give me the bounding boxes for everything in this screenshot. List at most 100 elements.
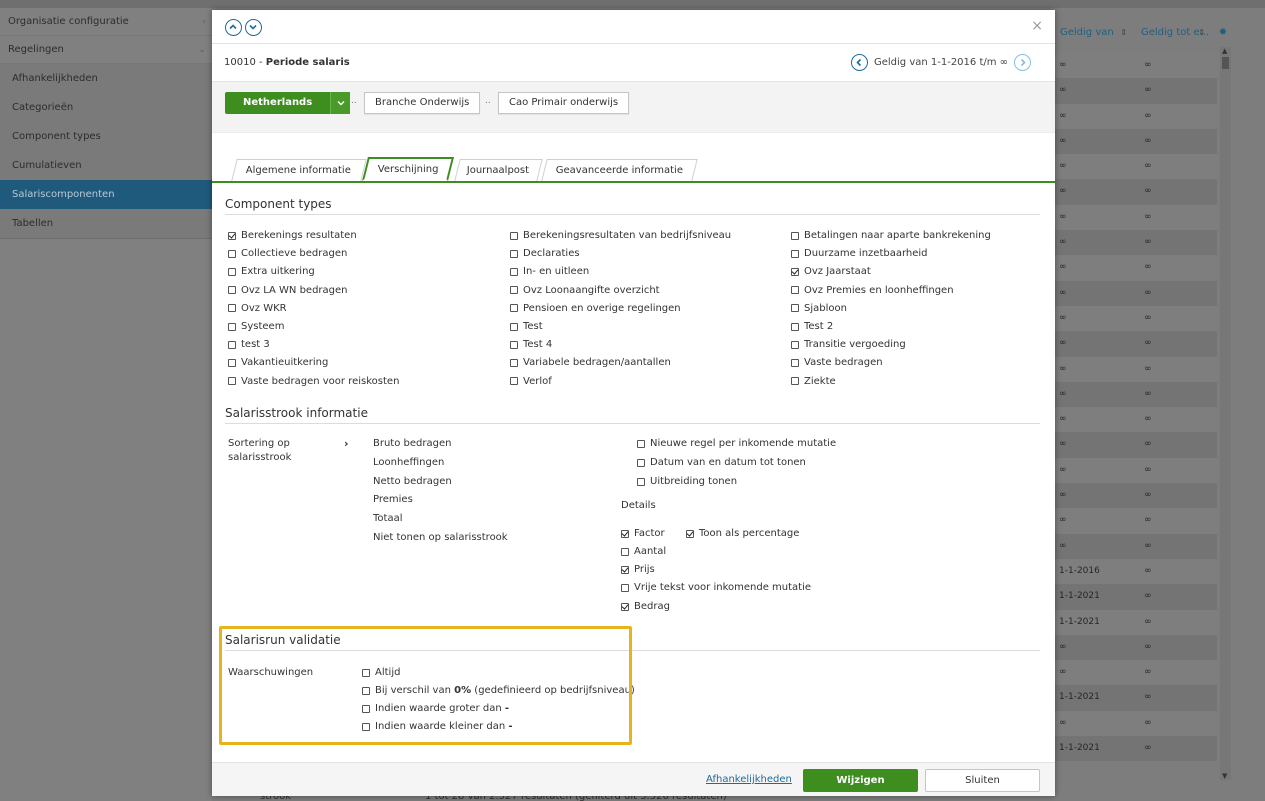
vrije-tekst-checkbox[interactable]: Vrije tekst voor inkomende mutatie (621, 582, 811, 593)
table-row[interactable]: ∞ ∞ (1055, 331, 1217, 357)
component-type-checkbox[interactable]: Duurzame inzetbaarheid (791, 248, 928, 259)
component-type-checkbox[interactable]: In- en uitleen (510, 266, 589, 277)
component-type-checkbox[interactable]: Systeem (228, 321, 284, 332)
component-type-checkbox[interactable]: Transitie vergoeding (791, 339, 906, 350)
scroll-thumb[interactable] (1222, 57, 1229, 69)
scroll-up-icon[interactable]: ▲ (1222, 47, 1227, 55)
component-type-checkbox[interactable]: test 3 (228, 339, 270, 350)
bij-verschil-checkbox[interactable]: Bij verschil van 0% (gedefinieerd op bed… (362, 685, 635, 696)
tab-geavanceerde-informatie[interactable]: Geavanceerde informatie (541, 159, 698, 181)
table-row[interactable]: ∞ ∞ (1055, 508, 1217, 534)
component-type-checkbox[interactable]: Ovz Jaarstaat (791, 266, 871, 277)
tab-journaalpost[interactable]: Journaalpost (454, 159, 543, 181)
table-row[interactable]: ∞ ∞ (1055, 634, 1217, 661)
gear-icon[interactable]: ✹ (1211, 19, 1235, 47)
tab-algemene-informatie[interactable]: Algemene informatie (231, 159, 367, 181)
groter-dan-checkbox[interactable]: Indien waarde groter dan - (362, 703, 509, 714)
table-row[interactable]: 1-1-2021 ∞ (1055, 685, 1217, 711)
altijd-checkbox[interactable]: Altijd (362, 667, 400, 678)
details-label: Details (621, 500, 656, 511)
table-scrollbar[interactable]: ▲ ▼ (1220, 47, 1231, 780)
sortering-item[interactable]: Premies (373, 494, 413, 505)
component-type-checkbox[interactable]: Berekeningsresultaten van bedrijfsniveau (510, 230, 731, 241)
table-row[interactable]: ∞ ∞ (1055, 457, 1217, 484)
table-row[interactable]: 1-1-2021 ∞ (1055, 609, 1217, 635)
component-type-checkbox[interactable]: Declaraties (510, 248, 580, 259)
component-type-checkbox[interactable]: Vaste bedragen voor reiskosten (228, 376, 399, 387)
bedrag-checkbox[interactable]: Bedrag (621, 601, 670, 612)
table-row[interactable]: ∞ ∞ (1055, 255, 1217, 281)
table-row[interactable]: ∞ ∞ (1055, 280, 1217, 306)
component-type-checkbox[interactable]: Ovz WKR (228, 303, 287, 314)
prijs-checkbox[interactable]: Prijs (621, 564, 655, 575)
component-type-checkbox[interactable]: Verlof (510, 376, 552, 387)
component-type-checkbox[interactable]: Sjabloon (791, 303, 847, 314)
table-row[interactable]: ∞ ∞ (1055, 407, 1217, 433)
component-type-checkbox[interactable]: Vaste bedragen (791, 357, 883, 368)
table-row[interactable]: ∞ ∞ (1055, 305, 1217, 332)
component-type-checkbox[interactable]: Collectieve bedragen (228, 248, 347, 259)
sidebar-item-tabellen[interactable]: Tabellen (0, 209, 212, 238)
table-row[interactable]: 1-1-2021 ∞ (1055, 736, 1217, 762)
component-type-checkbox[interactable]: Ovz Loonaangifte overzicht (510, 285, 660, 296)
sortering-item[interactable]: Totaal (373, 513, 402, 524)
sidebar-item-afhankelijkheden[interactable]: Afhankelijkheden (0, 64, 212, 93)
toon-als-percentage-checkbox[interactable]: Toon als percentage (686, 528, 799, 539)
table-row[interactable]: 1-1-2016 ∞ (1055, 558, 1217, 585)
table-row[interactable]: ∞ ∞ (1055, 78, 1217, 104)
checkbox-box (637, 458, 645, 467)
component-type-checkbox[interactable]: Test (510, 321, 543, 332)
sidebar-item-categorieen[interactable]: Categorieën (0, 93, 212, 122)
table-row[interactable]: ∞ ∞ (1055, 381, 1217, 408)
table-row[interactable]: ∞ ∞ (1055, 128, 1217, 155)
sortering-item[interactable]: Loonheffingen (373, 457, 444, 468)
scroll-down-icon[interactable]: ▼ (1222, 772, 1227, 780)
table-row[interactable]: ∞ ∞ (1055, 660, 1217, 686)
component-type-checkbox[interactable]: Ovz Premies en loonheffingen (791, 285, 954, 296)
checkbox-box (228, 340, 236, 349)
afhankelijkheden-link[interactable]: Afhankelijkheden (706, 774, 792, 785)
table-row[interactable]: ∞ ∞ (1055, 53, 1217, 79)
kleiner-dan-checkbox[interactable]: Indien waarde kleiner dan - (362, 721, 513, 732)
sortering-item[interactable]: Bruto bedragen (373, 438, 451, 449)
component-type-checkbox[interactable]: Ovz LA WN bedragen (228, 285, 348, 296)
column-header-geldig-van[interactable]: Geldig van ⇕ (1055, 19, 1133, 47)
component-type-checkbox[interactable]: Pensioen en overige regelingen (510, 303, 681, 314)
table-row[interactable]: ∞ ∞ (1055, 533, 1217, 559)
component-type-checkbox[interactable]: Ziekte (791, 376, 836, 387)
sidebar-item-organisatie-configuratie[interactable]: Organisatie configuratie › (0, 8, 212, 36)
factor-checkbox[interactable]: Factor (621, 528, 665, 539)
component-type-checkbox[interactable]: Test 2 (791, 321, 833, 332)
component-type-checkbox[interactable]: Test 4 (510, 339, 552, 350)
sluiten-button[interactable]: Sluiten (925, 769, 1040, 792)
table-row[interactable]: ∞ ∞ (1055, 230, 1217, 256)
sortering-item[interactable]: Niet tonen op salarisstrook (373, 532, 508, 543)
component-type-checkbox[interactable]: Variabele bedragen/aantallen (510, 357, 671, 368)
sidebar-item-label: Afhankelijkheden (12, 73, 98, 84)
table-row[interactable]: 1-1-2021 ∞ (1055, 584, 1217, 610)
table-row[interactable]: ∞ ∞ (1055, 483, 1217, 509)
table-row[interactable]: ∞ ∞ (1055, 204, 1217, 231)
salarisstrook-option-checkbox[interactable]: Uitbreiding tonen (637, 476, 737, 487)
tab-verschijning[interactable]: Verschijning (362, 157, 454, 181)
sidebar-item-regelingen[interactable]: Regelingen ⌄ (0, 36, 212, 64)
aantal-checkbox[interactable]: Aantal (621, 546, 666, 557)
table-row[interactable]: ∞ ∞ (1055, 103, 1217, 129)
sidebar-item-component-types[interactable]: Component types (0, 122, 212, 151)
wijzigen-button[interactable]: Wijzigen (803, 769, 918, 792)
table-row[interactable]: ∞ ∞ (1055, 179, 1217, 205)
sidebar-item-cumulatieven[interactable]: Cumulatieven (0, 151, 212, 180)
table-row[interactable]: ∞ ∞ (1055, 710, 1217, 737)
component-type-checkbox[interactable]: Extra uitkering (228, 266, 315, 277)
sortering-item[interactable]: Netto bedragen (373, 476, 452, 487)
table-row[interactable]: ∞ ∞ (1055, 154, 1217, 180)
component-type-checkbox[interactable]: Berekenings resultaten (228, 230, 357, 241)
component-type-checkbox[interactable]: Betalingen naar aparte bankrekening (791, 230, 991, 241)
table-row[interactable]: ∞ ∞ (1055, 432, 1217, 458)
table-row[interactable]: ∞ ∞ (1055, 356, 1217, 382)
column-header-geldig-tot[interactable]: Geldig tot e... ⇕ (1133, 19, 1211, 47)
salarisstrook-option-checkbox[interactable]: Nieuwe regel per inkomende mutatie (637, 438, 836, 449)
component-type-checkbox[interactable]: Vakantieuitkering (228, 357, 328, 368)
salarisstrook-option-checkbox[interactable]: Datum van en datum tot tonen (637, 457, 806, 468)
sidebar-item-salariscomponenten[interactable]: Salariscomponenten (0, 180, 212, 209)
